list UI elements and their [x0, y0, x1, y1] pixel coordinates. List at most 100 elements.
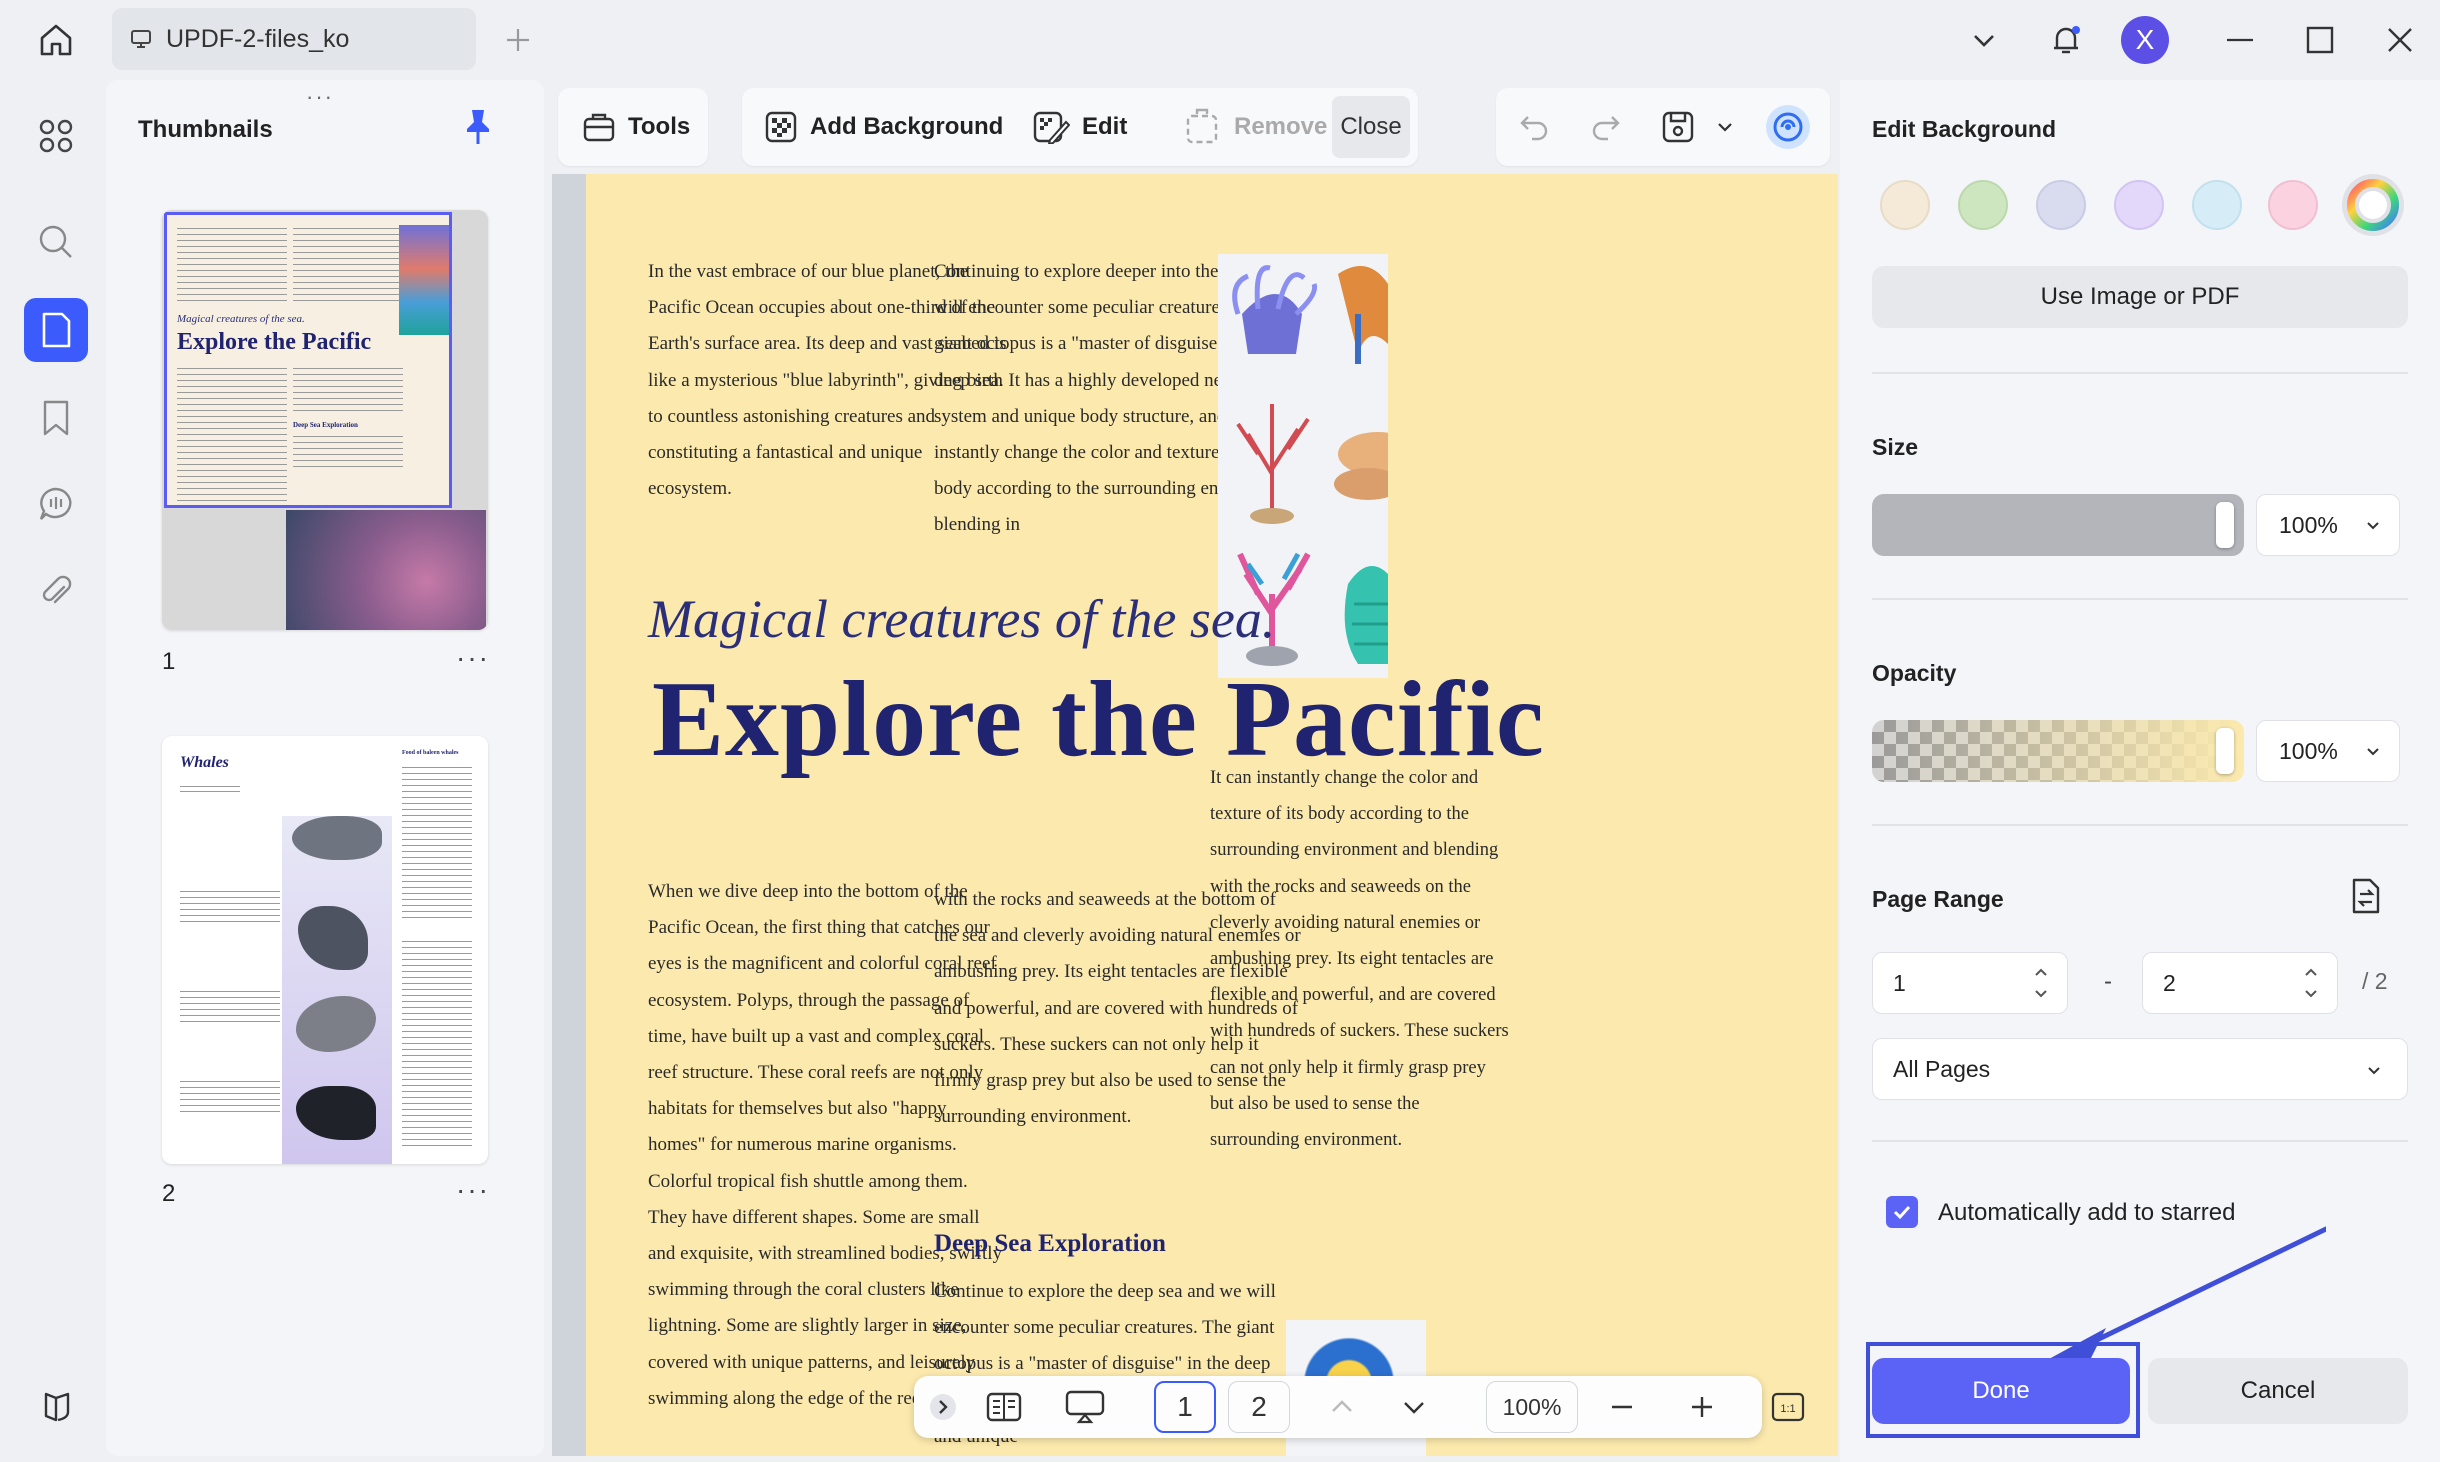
drag-handle[interactable]: ··· — [306, 84, 334, 110]
undo-icon[interactable] — [1518, 88, 1550, 166]
zoom-level[interactable]: 100% — [1486, 1381, 1578, 1433]
thumbnail-text-lines — [177, 223, 287, 303]
close-background-button[interactable]: Close — [1332, 96, 1410, 158]
search-icon[interactable] — [24, 210, 88, 274]
page-navigation-bar: 1 2 100% — [914, 1376, 1762, 1438]
actual-size-icon[interactable]: 1:1 — [1768, 1386, 1808, 1428]
page-range-swap-icon[interactable] — [2346, 876, 2386, 916]
edit-label: Edit — [1082, 113, 1128, 140]
thumbnail-fish-image — [286, 510, 486, 630]
thumbnails-title: Thumbnails — [138, 116, 273, 143]
color-swatch-lilac[interactable] — [2114, 180, 2164, 230]
save-icon[interactable] — [1660, 88, 1696, 166]
thumbnails-page-icon[interactable] — [24, 298, 88, 362]
close-window-icon[interactable] — [2372, 12, 2428, 68]
range-to-input[interactable]: 2 — [2142, 952, 2338, 1014]
divider — [1872, 824, 2408, 826]
document-subtitle: Magical creatures of the sea. — [648, 589, 1276, 649]
collapse-toolbar-icon[interactable] — [926, 1376, 960, 1438]
color-swatch-beige[interactable] — [1880, 180, 1930, 230]
presentation-icon[interactable] — [1052, 1376, 1118, 1438]
thumbnail-text-lines — [180, 886, 280, 922]
history-group — [1496, 88, 1830, 166]
zoom-in-icon[interactable] — [1674, 1376, 1730, 1438]
stepper-icon[interactable] — [2033, 963, 2049, 1003]
thumbnail-text-lines — [180, 1076, 280, 1116]
comment-icon[interactable] — [24, 472, 88, 536]
opacity-slider[interactable] — [1872, 720, 2244, 782]
size-percent-select[interactable]: 100% — [2256, 494, 2400, 556]
opacity-percent-select[interactable]: 100% — [2256, 720, 2400, 782]
thumbnail-page-1[interactable]: Magical creatures of the sea. Explore th… — [162, 210, 488, 630]
zoom-out-icon[interactable] — [1594, 1376, 1650, 1438]
page-layout-icon[interactable] — [974, 1376, 1034, 1438]
current-page-input[interactable]: 1 — [1154, 1381, 1216, 1433]
previous-page-icon[interactable] — [1314, 1376, 1370, 1438]
thumbnail-more-icon[interactable]: ··· — [456, 642, 490, 674]
document-viewport[interactable]: In the vast embrace of our blue planet, … — [552, 174, 1838, 1456]
custom-color-picker[interactable] — [2342, 174, 2404, 236]
body-column-2-bottom: with the rocks and seaweeds at the botto… — [934, 889, 1301, 1128]
size-slider[interactable] — [1872, 494, 2244, 556]
auto-star-checkbox[interactable] — [1886, 1196, 1918, 1228]
section-heading: Deep Sea Exploration — [934, 1230, 1166, 1257]
user-avatar[interactable]: X — [2121, 16, 2169, 64]
page-2-button[interactable]: 2 — [1228, 1381, 1290, 1433]
attachment-icon[interactable] — [24, 560, 88, 624]
color-swatch-green[interactable] — [1958, 180, 2008, 230]
stepper-icon[interactable] — [2303, 963, 2319, 1003]
size-slider-handle[interactable] — [2216, 502, 2234, 548]
bookmark-icon[interactable] — [24, 386, 88, 450]
thumbnail-text-lines — [180, 986, 280, 1026]
document-tab[interactable]: UPDF-2-files_ko — [112, 8, 476, 70]
thumbnail-text-lines — [402, 762, 472, 922]
maximize-icon[interactable] — [2292, 12, 2348, 68]
opacity-slider-handle[interactable] — [2216, 728, 2234, 774]
thumbnail-page-2[interactable]: Whales Food of baleen whales — [162, 736, 488, 1164]
edit-pattern-icon — [1032, 110, 1070, 144]
color-swatch-pink[interactable] — [2268, 180, 2318, 230]
use-image-or-pdf-button[interactable]: Use Image or PDF — [1872, 266, 2408, 328]
redo-icon[interactable] — [1590, 88, 1622, 166]
thumbnail-1-selection: Magical creatures of the sea. Explore th… — [164, 212, 452, 508]
thumbnail-more-icon[interactable]: ··· — [456, 1174, 490, 1206]
background-actions-group: Add Background Edit Remove Close — [742, 88, 1418, 166]
color-swatch-lavender-gray[interactable] — [2036, 180, 2086, 230]
monitor-icon — [130, 28, 152, 50]
tools-label: Tools — [628, 113, 691, 140]
cancel-button[interactable]: Cancel — [2148, 1358, 2408, 1424]
done-button[interactable]: Done — [1872, 1358, 2130, 1424]
apps-grid-icon[interactable] — [24, 104, 88, 168]
ai-assistant-icon[interactable] — [1764, 88, 1812, 166]
notification-bell-icon[interactable] — [2038, 12, 2094, 68]
remove-pattern-icon — [1184, 108, 1222, 146]
add-background-button[interactable]: Add Background — [764, 88, 1003, 166]
coral-orange — [1338, 266, 1388, 364]
next-page-icon[interactable] — [1386, 1376, 1442, 1438]
layers-icon[interactable] — [24, 1374, 88, 1438]
pin-icon[interactable] — [462, 108, 494, 146]
size-label: Size — [1872, 434, 1919, 460]
thumbnail-page-number: 2 — [162, 1180, 176, 1207]
remove-background-button[interactable]: Remove — [1184, 88, 1327, 166]
new-tab-plus-icon[interactable] — [498, 20, 538, 60]
thumbnail-text-lines — [177, 363, 287, 503]
range-total: / 2 — [2362, 968, 2388, 994]
edit-toolbar: Tools Add Background Edit Remove Close — [552, 80, 1838, 174]
thumbnail-text-lines — [293, 363, 403, 413]
chevron-down-icon — [2364, 742, 2382, 760]
minimize-icon[interactable] — [2212, 12, 2268, 68]
home-icon[interactable] — [28, 16, 84, 64]
divider — [1872, 1140, 2408, 1142]
coral-anemone — [1232, 265, 1318, 354]
panel-title: Edit Background — [1872, 116, 2057, 142]
pages-select[interactable]: All Pages — [1872, 1038, 2408, 1100]
range-from-input[interactable]: 1 — [1872, 952, 2068, 1014]
edit-background-button[interactable]: Edit — [1032, 88, 1127, 166]
tools-button[interactable]: Tools — [582, 88, 690, 166]
chevron-down-icon[interactable] — [1956, 12, 2012, 68]
save-options-chevron-icon[interactable] — [1716, 88, 1734, 166]
thumbnail-coral-image — [399, 225, 449, 335]
coral-mushroom — [1334, 432, 1388, 500]
color-swatch-light-blue[interactable] — [2192, 180, 2242, 230]
